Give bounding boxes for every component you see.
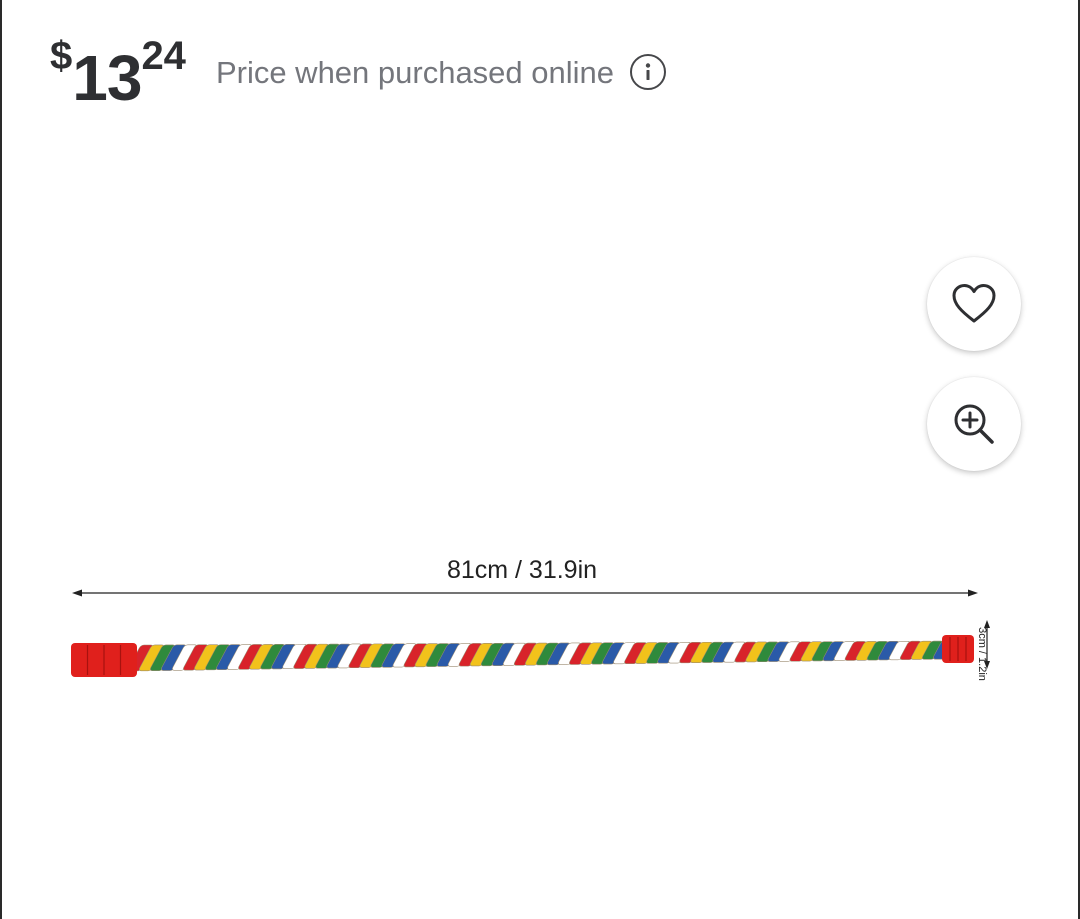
product-image[interactable]: 81cm / 31.9in 3cm / 1.2in — [62, 540, 1052, 710]
price-row: $ 13 24 Price when purchased online — [50, 30, 667, 120]
price-whole: 13 — [72, 42, 142, 114]
zoom-image-button[interactable] — [927, 377, 1021, 471]
price-currency: $ — [50, 34, 73, 78]
product-page: $ 13 24 Price when purchased online 81cm… — [0, 0, 1080, 919]
price-note: Price when purchased online — [215, 55, 615, 90]
price-cents: 24 — [141, 34, 186, 78]
rope-perch — [71, 635, 974, 677]
price: $ 13 24 — [50, 30, 186, 110]
add-to-favorites-button[interactable] — [927, 257, 1021, 351]
heart-icon — [952, 284, 996, 323]
diameter-dimension-label: 3cm / 1.2in — [976, 627, 988, 681]
price-info-button[interactable] — [630, 54, 667, 90]
zoom-in-icon — [954, 404, 994, 444]
info-circle-icon — [645, 63, 651, 80]
